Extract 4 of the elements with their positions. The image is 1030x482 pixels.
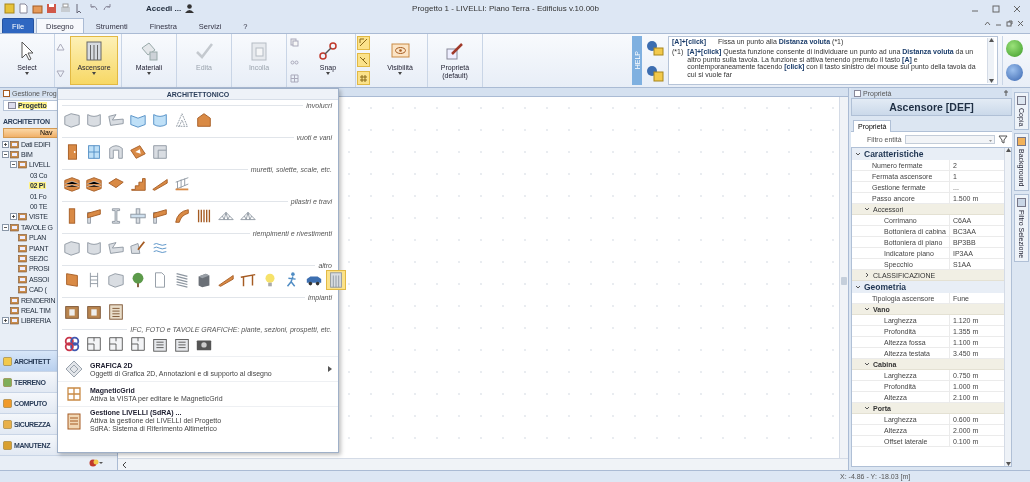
category-title: Geometria <box>864 282 907 292</box>
window-title: Progetto 1 - LIVELLI: Piano Terra - Edificius v.10.00b <box>411 4 600 13</box>
category-title: Caratteristiche <box>864 149 924 159</box>
object-title: Ascensore [DEF] <box>851 98 1012 116</box>
